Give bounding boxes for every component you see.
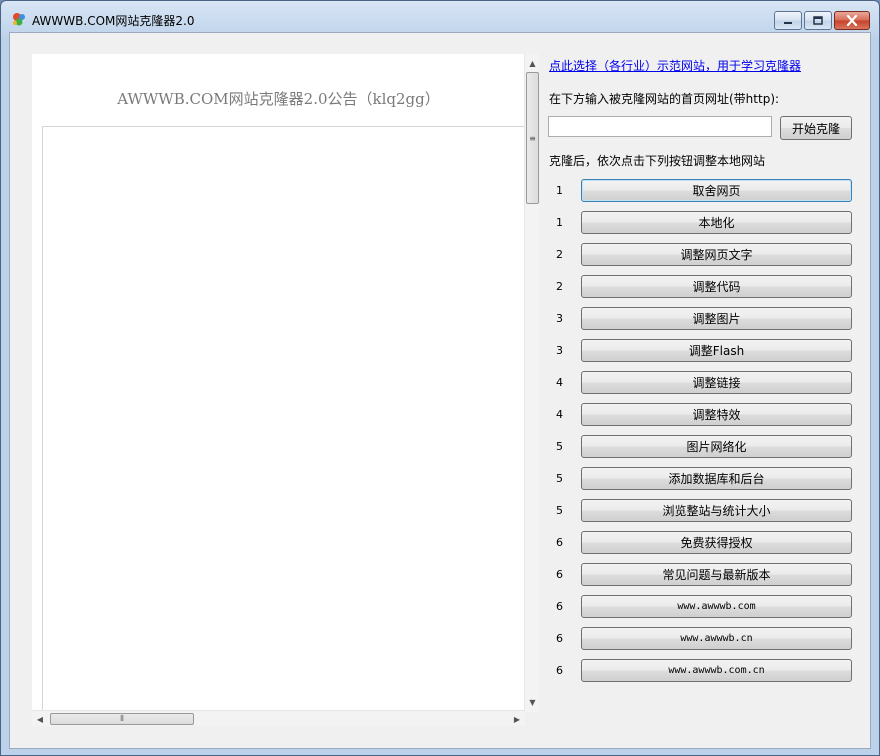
horizontal-scroll-thumb[interactable]: ⦀ xyxy=(50,713,194,725)
title-bar[interactable]: AWWWB.COM网站克隆器2.0 xyxy=(1,1,879,33)
step-number: 5 xyxy=(556,504,563,517)
notice-panel[interactable]: AWWWB.COM网站克隆器2.0公告（klq2gg） xyxy=(32,54,525,712)
scroll-down-arrow-icon[interactable]: ▼ xyxy=(525,695,540,710)
step-button[interactable]: 调整链接 xyxy=(581,371,852,394)
step-number: 3 xyxy=(556,312,563,325)
step-number: 6 xyxy=(556,600,563,613)
demo-sites-link[interactable]: 点此选择（各行业）示范网站，用于学习克隆器 xyxy=(549,57,801,74)
step-row: 6 www.awwwb.com xyxy=(548,595,858,619)
step-number: 5 xyxy=(556,472,563,485)
step-row: 3 调整图片 xyxy=(548,307,858,331)
window-title: AWWWB.COM网站克隆器2.0 xyxy=(32,14,195,28)
step-row: 3 调整Flash xyxy=(548,339,858,363)
step-button[interactable]: 常见问题与最新版本 xyxy=(581,563,852,586)
step-button[interactable]: www.awwwb.cn xyxy=(581,627,852,650)
close-icon xyxy=(846,15,858,26)
step-button[interactable]: 调整特效 xyxy=(581,403,852,426)
step-button[interactable]: 调整网页文字 xyxy=(581,243,852,266)
step-number: 6 xyxy=(556,632,563,645)
step-row: 4 调整链接 xyxy=(548,371,858,395)
scroll-left-arrow-icon[interactable]: ◀ xyxy=(32,711,48,727)
minimize-button[interactable] xyxy=(774,11,802,30)
step-row: 1 本地化 xyxy=(548,211,858,235)
step-number: 2 xyxy=(556,280,563,293)
notice-vertical-scrollbar[interactable]: ▲ ≡ ▼ xyxy=(524,54,539,712)
step-row: 1 取舍网页 xyxy=(548,179,858,203)
vertical-scroll-thumb[interactable]: ≡ xyxy=(526,72,539,204)
step-row: 6 免费获得授权 xyxy=(548,531,858,555)
step-button[interactable]: www.awwwb.com.cn xyxy=(581,659,852,682)
step-button[interactable]: 图片网络化 xyxy=(581,435,852,458)
notice-title: AWWWB.COM网站克隆器2.0公告（klq2gg） xyxy=(117,90,440,108)
step-row: 5 添加数据库和后台 xyxy=(548,467,858,491)
step-button[interactable]: 调整代码 xyxy=(581,275,852,298)
step-row: 2 调整网页文字 xyxy=(548,243,858,267)
close-button[interactable] xyxy=(834,11,870,30)
step-row: 6 www.awwwb.cn xyxy=(548,627,858,651)
scroll-up-arrow-icon[interactable]: ▲ xyxy=(525,56,540,71)
step-row: 6 常见问题与最新版本 xyxy=(548,563,858,587)
step-number: 1 xyxy=(556,184,563,197)
step-number: 6 xyxy=(556,536,563,549)
app-window: AWWWB.COM网站克隆器2.0 AWWWB.COM网站克隆器2.0公告（kl… xyxy=(0,0,880,756)
scroll-right-arrow-icon[interactable]: ▶ xyxy=(509,711,525,727)
minimize-icon xyxy=(784,21,792,24)
maximize-icon xyxy=(813,16,823,25)
step-number: 6 xyxy=(556,568,563,581)
maximize-button[interactable] xyxy=(804,11,832,30)
step-number: 2 xyxy=(556,248,563,261)
client-area: AWWWB.COM网站克隆器2.0公告（klq2gg） ▲ ≡ ▼ ◀ ⦀ ▶ … xyxy=(9,32,871,749)
url-label: 在下方输入被克隆网站的首页网址(带http): xyxy=(549,92,780,106)
step-row: 5 浏览整站与统计大小 xyxy=(548,499,858,523)
step-row: 4 调整特效 xyxy=(548,403,858,427)
step-button[interactable]: 调整图片 xyxy=(581,307,852,330)
step-button[interactable]: 本地化 xyxy=(581,211,852,234)
step-button[interactable]: 免费获得授权 xyxy=(581,531,852,554)
notice-content-frame[interactable] xyxy=(42,126,525,712)
step-row: 6 www.awwwb.com.cn xyxy=(548,659,858,683)
app-logo-icon xyxy=(11,11,27,27)
start-clone-button[interactable]: 开始克隆 xyxy=(780,116,852,140)
step-button[interactable]: www.awwwb.com xyxy=(581,595,852,618)
step-number: 6 xyxy=(556,664,563,677)
step-row: 5 图片网络化 xyxy=(548,435,858,459)
steps-instruction-label: 克隆后，依次点击下列按钮调整本地网站 xyxy=(549,154,766,168)
step-button[interactable]: 浏览整站与统计大小 xyxy=(581,499,852,522)
step-row: 2 调整代码 xyxy=(548,275,858,299)
step-button[interactable]: 添加数据库和后台 xyxy=(581,467,852,490)
url-input[interactable] xyxy=(548,116,772,137)
step-number: 3 xyxy=(556,344,563,357)
step-button[interactable]: 取舍网页 xyxy=(581,179,852,202)
step-number: 5 xyxy=(556,440,563,453)
control-panel: 点此选择（各行业）示范网站，用于学习克隆器 在下方输入被克隆网站的首页网址(带h… xyxy=(548,54,858,734)
step-number: 1 xyxy=(556,216,563,229)
notice-horizontal-scrollbar[interactable]: ◀ ⦀ ▶ xyxy=(32,710,525,726)
step-number: 4 xyxy=(556,376,563,389)
step-number: 4 xyxy=(556,408,563,421)
step-button[interactable]: 调整Flash xyxy=(581,339,852,362)
